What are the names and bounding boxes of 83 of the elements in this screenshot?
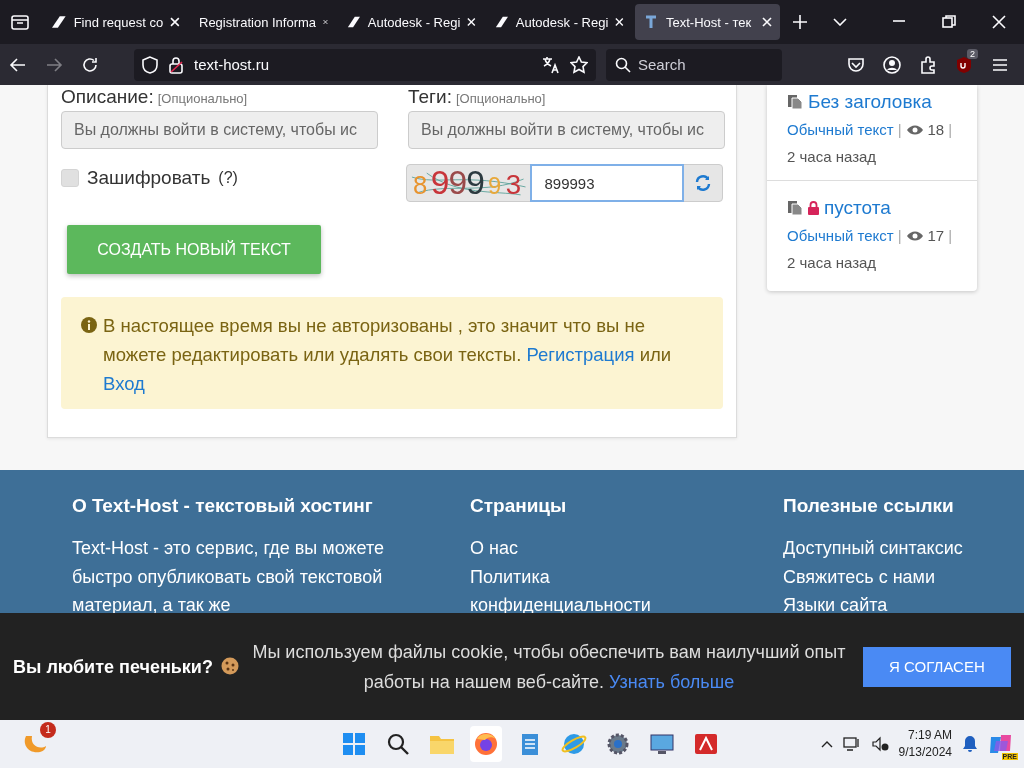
separator: | [948, 121, 953, 138]
lock-icon[interactable] [168, 55, 184, 74]
search-field[interactable]: Search [606, 48, 782, 81]
cookie-message: Мы используем файлы cookie, чтобы обеспечить вам наилучший опыт работы на нашем веб-сайте. Узнать больше [251, 640, 847, 694]
logo-icon [495, 14, 509, 30]
learn-more-link[interactable]: Узнать больше [609, 671, 735, 692]
address-bar[interactable]: text-host.ru [134, 48, 596, 81]
close-icon[interactable] [992, 15, 1006, 29]
close-icon[interactable] [170, 17, 180, 27]
close-icon[interactable] [615, 17, 624, 27]
logo-icon [51, 14, 67, 30]
search-icon [615, 56, 631, 73]
star-icon[interactable] [570, 55, 588, 74]
clock-date[interactable]: 9/13/2024 [898, 744, 952, 761]
close-icon[interactable] [762, 17, 772, 27]
notification-badge: 1 [40, 722, 56, 738]
shield-icon[interactable] [955, 55, 973, 74]
optional-hint: [Опционально] [455, 91, 546, 106]
browser-tab[interactable]: Registration Informa [191, 4, 336, 40]
arrow-left-icon[interactable] [9, 55, 27, 74]
document-icon [787, 200, 803, 216]
view-count: 17 [927, 227, 945, 244]
clock-time[interactable]: 7:19 AM [898, 727, 952, 744]
cookie-title: Вы любите печеньки? [13, 655, 213, 679]
shield-icon[interactable] [142, 55, 158, 74]
footer-link[interactable]: О нас [470, 534, 690, 563]
eye-icon [905, 229, 924, 242]
separator: | [897, 227, 902, 244]
plus-icon[interactable] [792, 14, 808, 30]
chevron-down-icon[interactable] [833, 18, 847, 26]
captcha-field[interactable]: 899993 [530, 164, 685, 202]
puzzle-icon[interactable] [919, 55, 937, 74]
cookie-icon [220, 656, 241, 677]
page-icon [643, 14, 659, 30]
post-title-link[interactable]: Без заголовка [808, 91, 932, 113]
post-time: 2 часа назад [787, 148, 878, 165]
agree-button[interactable]: Я СОГЛАСЕН [862, 646, 1011, 687]
tray-icon[interactable] [11, 14, 29, 30]
document-icon [787, 94, 803, 110]
optional-hint: [Опционально] [157, 91, 248, 106]
post-time: 2 часа назад [787, 254, 878, 271]
footer-link[interactable]: Доступный синтаксис [783, 534, 1003, 563]
restore-icon[interactable] [942, 15, 956, 29]
footer-link[interactable]: Свяжитесь с нами [783, 562, 1003, 591]
eye-icon [905, 123, 924, 136]
help-link[interactable]: (?) [218, 169, 238, 187]
network-icon[interactable] [842, 736, 861, 752]
account-icon[interactable] [883, 55, 901, 74]
footer-heading: Полезные ссылки [783, 495, 955, 517]
bell-icon[interactable] [962, 735, 978, 753]
footer-text: Text-Host - это сервис, где вы можете быстро опубликовать свой текстовой материал, а так же [72, 537, 384, 617]
separator: | [897, 121, 902, 138]
separator: | [948, 227, 953, 244]
checkbox-label[interactable]: Зашифровать [87, 167, 211, 189]
chevron-up-icon[interactable] [820, 740, 833, 748]
register-link[interactable]: Регистрация [526, 344, 635, 365]
extension-badge: 2 [967, 48, 978, 59]
browser-tab[interactable]: Autodesk - Regi [487, 4, 632, 40]
reload-icon[interactable] [81, 55, 99, 74]
info-icon [81, 317, 97, 333]
extension-button[interactable]: 2 [946, 48, 982, 81]
url-text: text-host.ru [194, 56, 271, 73]
logo-icon [347, 14, 361, 30]
alert-message: В настоящее время вы не авторизованы , это значит что вы не можете редактировать или удалять свои тексты. Регистрация или Вход [103, 314, 673, 395]
text-type-link[interactable]: Обычный текст [787, 227, 894, 244]
close-icon[interactable] [467, 17, 476, 27]
text-type-link[interactable]: Обычный текст [787, 121, 894, 138]
view-count: 18 [927, 121, 945, 138]
close-icon[interactable] [323, 17, 328, 27]
translate-icon[interactable] [542, 55, 560, 74]
browser-tab[interactable]: Autodesk - Regi [339, 4, 484, 40]
browser-tab[interactable]: Text-Host - тек [635, 4, 780, 40]
refresh-icon[interactable] [695, 175, 712, 191]
field-label: Описание: [61, 86, 154, 107]
login-link[interactable]: Вход [103, 373, 145, 394]
checkbox[interactable] [61, 169, 79, 187]
speaker-muted-icon[interactable] [870, 736, 889, 752]
post-title-link[interactable]: пустота [824, 197, 891, 219]
field-label: Теги: [408, 86, 452, 107]
browser-tab[interactable]: Find request co [43, 4, 188, 40]
footer-heading: О Text-Host - текстовый хостинг [72, 495, 374, 517]
footer-heading: Страницы [470, 495, 568, 517]
pocket-icon[interactable] [847, 55, 865, 74]
